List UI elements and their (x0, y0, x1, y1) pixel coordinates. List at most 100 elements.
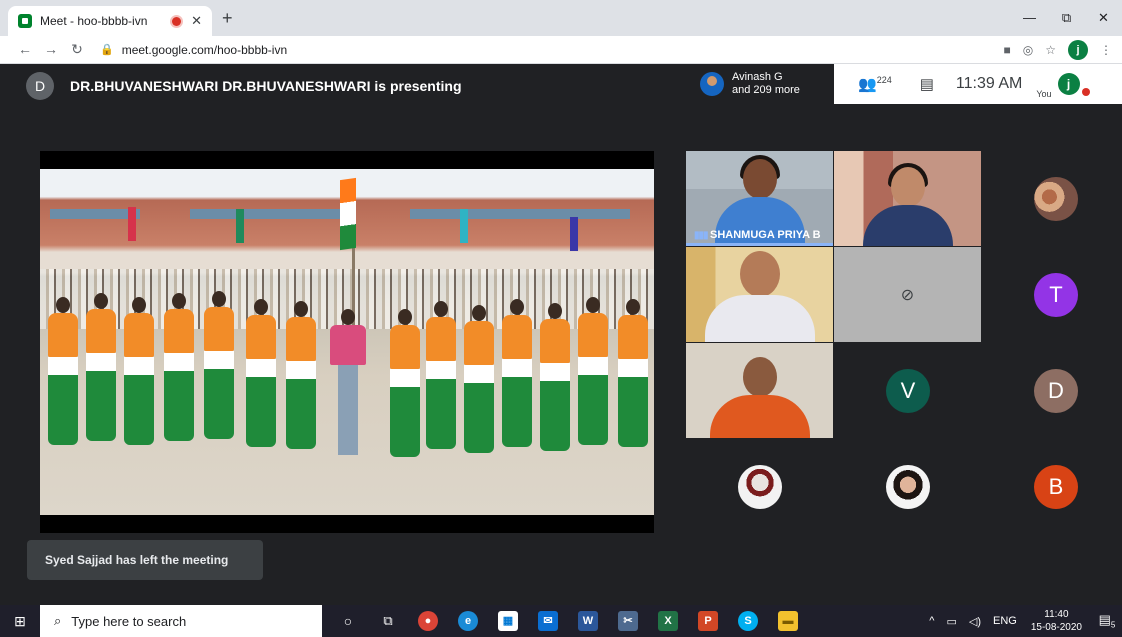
tab-title: Meet - hoo-bbbb-ivn (40, 14, 148, 28)
tab-close-icon[interactable]: ✕ (191, 13, 202, 29)
task-view-button[interactable]: ⧉ (368, 605, 408, 637)
building-windows (410, 209, 630, 219)
indian-flag (340, 177, 356, 251)
mail-taskbar-button[interactable]: ✉ (528, 605, 568, 637)
eye-off-icon[interactable]: ◎ (1023, 43, 1033, 57)
taskbar-clock[interactable]: 11:40 15-08-2020 (1031, 608, 1082, 634)
dancer (540, 303, 570, 451)
screen: Meet - hoo-bbbb-ivn ✕ + — ⧉ ✕ ← → ↻ 🔒 me… (0, 0, 1122, 637)
notification-count: 5 (1110, 620, 1116, 630)
dancer (426, 301, 456, 449)
back-arrow-icon[interactable]: ← (12, 41, 38, 58)
speaking-border (686, 243, 833, 246)
dancer (124, 297, 154, 445)
minimize-button[interactable]: — (1011, 0, 1048, 36)
dancer (502, 299, 532, 447)
word-taskbar-button[interactable]: W (568, 605, 608, 637)
presenter-bar: D DR.BHUVANESHWARI DR.BHUVANESHWARI is p… (26, 72, 462, 100)
windows-start-icon[interactable]: ⊞ (0, 605, 40, 637)
presentation-view[interactable] (40, 151, 654, 533)
skype-icon: S (738, 611, 758, 631)
new-tab-button[interactable]: + (222, 8, 233, 29)
dancer (204, 291, 234, 439)
meet-favicon-icon (18, 14, 32, 28)
chrome-taskbar-button[interactable]: ● (408, 605, 448, 637)
bookmark-star-icon[interactable]: ☆ (1045, 43, 1056, 57)
participant-avatar-v[interactable]: V (886, 369, 930, 413)
excel-taskbar-button[interactable]: X (648, 605, 688, 637)
taskbar-search-box[interactable]: ⌕ Type here to search (40, 605, 322, 637)
participant-tile-camera-off[interactable]: ⊘ (834, 247, 981, 342)
battery-icon[interactable]: ▭ (946, 615, 956, 628)
dancer (86, 293, 116, 441)
edge-icon: e (458, 611, 478, 631)
dancer (578, 297, 608, 445)
window-controls: — ⧉ ✕ (1011, 0, 1122, 36)
participant-video (709, 357, 810, 438)
language-indicator[interactable]: ENG (993, 615, 1017, 627)
restore-button[interactable]: ⧉ (1048, 0, 1085, 36)
flag (460, 209, 468, 243)
snip-taskbar-button[interactable]: ✂ (608, 605, 648, 637)
skype-taskbar-button[interactable]: S (728, 605, 768, 637)
dancer (246, 299, 276, 447)
mail-icon: ✉ (538, 611, 558, 631)
file-explorer-taskbar-button[interactable]: ▬ (768, 605, 808, 637)
participant-avatar-t[interactable]: T (1034, 273, 1078, 317)
volume-icon[interactable]: ◁) (969, 615, 981, 628)
taskbar-search-placeholder: Type here to search (71, 613, 187, 629)
url-text: meet.google.com/hoo-bbbb-ivn (121, 42, 288, 57)
building-windows (190, 209, 350, 219)
meeting-clock: 11:39 AM (955, 75, 1023, 92)
participants-preview[interactable]: Avinash G and 209 more (694, 64, 834, 104)
flag (570, 217, 578, 251)
store-taskbar-button[interactable]: ▦ (488, 605, 528, 637)
presentation-slide-image (40, 169, 654, 515)
camera-in-use-icon[interactable]: ■ (1004, 43, 1011, 57)
action-center-button[interactable]: ▤5 (1092, 612, 1122, 630)
edge-taskbar-button[interactable]: e (448, 605, 488, 637)
url-omnibox[interactable]: 🔒 meet.google.com/hoo-bbbb-ivn (100, 39, 287, 61)
building-windows (50, 209, 140, 219)
participant-photo-avatar[interactable] (886, 465, 930, 509)
word-icon: W (578, 611, 598, 631)
self-avatar[interactable]: j (1057, 73, 1080, 95)
search-icon: ⌕ (54, 613, 62, 628)
chat-button[interactable]: ▤ (920, 75, 934, 93)
participant-photo-avatar[interactable] (1034, 177, 1078, 221)
participant-photo-avatar[interactable] (738, 465, 782, 509)
participant-tile[interactable] (686, 247, 833, 342)
participant-avatar-b[interactable]: B (1034, 465, 1078, 509)
chrome-icon: ● (418, 611, 438, 631)
dancer (464, 305, 494, 453)
participant-name: SHANMUGA PRIYA B (710, 229, 821, 241)
chrome-menu-icon[interactable]: ⋮ (1100, 43, 1112, 57)
notification-toast: Syed Sajjad has left the meeting (27, 540, 263, 580)
participant-tile-speaker[interactable]: ▮▮▮ SHANMUGA PRIYA B (686, 151, 833, 246)
self-status-dot-icon (1081, 88, 1090, 96)
participant-avatar-d[interactable]: D (1034, 369, 1078, 413)
forward-arrow-icon[interactable]: → (38, 41, 64, 58)
taskbar-date: 15-08-2020 (1030, 622, 1082, 633)
participants-preview-line2: and 209 more (732, 84, 800, 96)
participant-tile[interactable] (686, 343, 833, 438)
cortana-icon: ○ (343, 613, 353, 629)
profile-avatar[interactable]: j (1068, 40, 1088, 60)
participant-tile[interactable] (834, 151, 981, 246)
browser-tab-meet[interactable]: Meet - hoo-bbbb-ivn ✕ (8, 6, 212, 36)
powerpoint-taskbar-button[interactable]: P (688, 605, 728, 637)
cortana-button[interactable]: ○ (328, 605, 368, 637)
people-button[interactable]: 👥 224 (858, 75, 892, 93)
participant-video (862, 167, 953, 246)
presenter-text: DR.BHUVANESHWARI DR.BHUVANESHWARI is pre… (70, 78, 462, 94)
speaking-indicator-icon: ▮▮▮ (694, 229, 709, 241)
taskbar-pinned-apps: ○ ⧉ ● e ▦ ✉ W ✂ X P S ▬ (328, 605, 808, 637)
taskbar-time: 11:40 (1044, 609, 1069, 620)
windows-taskbar: ⊞ ⌕ Type here to search ○ ⧉ ● e ▦ ✉ W ✂ … (0, 605, 1122, 637)
chevron-up-icon[interactable]: ^ (929, 615, 934, 627)
close-window-button[interactable]: ✕ (1085, 0, 1122, 36)
reload-icon[interactable]: ↻ (64, 41, 90, 58)
address-bar: ← → ↻ 🔒 meet.google.com/hoo-bbbb-ivn ■ ◎… (0, 36, 1122, 64)
dancer (390, 309, 420, 457)
people-icon: 👥 (858, 76, 877, 93)
